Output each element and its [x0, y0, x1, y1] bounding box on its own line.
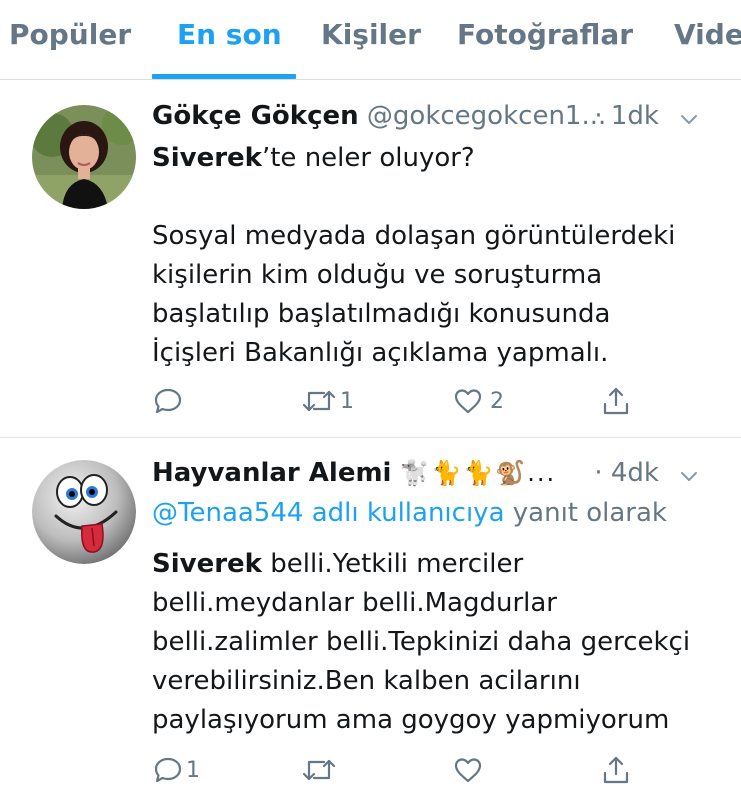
tweet-header: Gökçe Gökçen @gokcegokcen1... · 1dk [152, 101, 721, 137]
reply-icon [154, 757, 182, 783]
share-button[interactable] [600, 752, 632, 788]
tweet-text-body: Sosyal medyada dolaşan görüntülerdeki ki… [152, 221, 676, 368]
user-handle[interactable]: @gokcegokcen1... [367, 101, 606, 131]
avatar[interactable] [32, 105, 136, 209]
search-highlight: Siverek [152, 549, 262, 579]
reply-button[interactable]: 1 [152, 752, 200, 788]
timestamp[interactable]: · 4dk [594, 458, 659, 488]
share-icon [603, 387, 629, 415]
tweet-text: Siverek’te neler oluyor? [152, 143, 475, 173]
search-tabs: Popüler En son Kişiler Fotoğraflar Video [0, 0, 741, 80]
reply-button[interactable] [152, 383, 190, 419]
retweet-icon [302, 759, 336, 781]
retweet-count: 1 [340, 388, 354, 414]
reply-icon [154, 388, 182, 414]
share-button[interactable] [600, 383, 632, 419]
chevron-down-icon[interactable] [679, 466, 699, 486]
like-button[interactable] [452, 752, 490, 788]
avatar[interactable] [32, 460, 136, 564]
retweet-button[interactable] [300, 752, 344, 788]
tab-latest[interactable]: En son [177, 18, 282, 51]
tweet-text: Siverek belli.Yetkili merciler belli.mey… [152, 549, 691, 735]
tweet-actions: 1 2 [0, 383, 741, 423]
display-name[interactable]: Hayvanlar Alemi [152, 458, 391, 488]
search-highlight: Siverek [152, 143, 262, 173]
like-icon [454, 389, 482, 414]
chevron-down-icon[interactable] [679, 109, 699, 129]
tab-photos[interactable]: Fotoğraflar [457, 18, 633, 51]
timestamp[interactable]: · 1dk [594, 101, 659, 131]
tab-videos[interactable]: Video [674, 18, 741, 51]
active-tab-indicator [152, 74, 296, 79]
like-count: 2 [490, 388, 504, 414]
like-button[interactable]: 2 [452, 383, 504, 419]
like-icon [454, 758, 482, 783]
reply-context: @Tenaa544 adlı kullanıcıya yanıt olarak [152, 498, 667, 528]
tweet-header: Hayvanlar Alemi 🐩🐈🐈🐒... · 4dk [152, 458, 721, 494]
retweet-icon [302, 390, 336, 412]
display-name[interactable]: Gökçe Gökçen [152, 101, 359, 131]
tweet-actions: 1 [0, 752, 741, 790]
tab-people[interactable]: Kişiler [321, 18, 421, 51]
retweet-button[interactable]: 1 [300, 383, 354, 419]
name-emoji: 🐩🐈🐈🐒... [399, 459, 557, 487]
tweet[interactable]: Gökçe Gökçen @gokcegokcen1... · 1dk Sive… [0, 81, 741, 437]
tab-popular[interactable]: Popüler [9, 18, 131, 51]
reply-to-link[interactable]: @Tenaa544 adlı kullanıcıya [152, 498, 505, 528]
share-icon [603, 756, 629, 784]
reply-count: 1 [186, 757, 200, 783]
tweet[interactable]: Hayvanlar Alemi 🐩🐈🐈🐒... · 4dk @Tenaa544 … [0, 438, 741, 790]
